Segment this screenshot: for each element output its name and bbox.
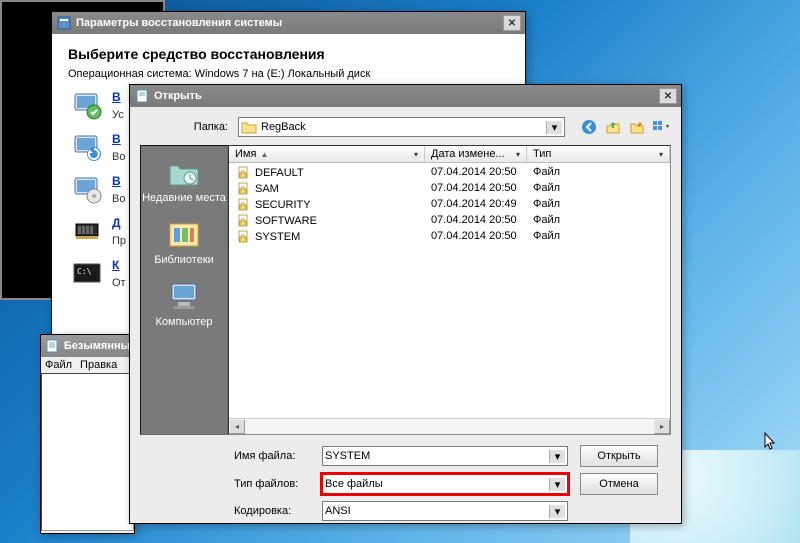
- file-row[interactable]: SOFTWARE 07.04.2014 20:50Файл: [229, 213, 670, 229]
- nav-newfolder-icon[interactable]: [627, 117, 647, 137]
- cancel-button[interactable]: Отмена: [580, 473, 658, 495]
- file-row[interactable]: SAM 07.04.2014 20:50Файл: [229, 181, 670, 197]
- file-name: SECURITY: [255, 199, 311, 211]
- file-name: SYSTEM: [255, 231, 300, 243]
- dropdown-arrow-icon[interactable]: ▾: [546, 121, 562, 134]
- open-dialog-title: Открыть: [154, 90, 202, 102]
- filename-value: SYSTEM: [325, 450, 370, 462]
- libraries-icon: [164, 216, 204, 252]
- nav-up-icon[interactable]: [603, 117, 623, 137]
- notepad-editor[interactable]: [41, 373, 134, 531]
- memory-chip-icon: [72, 216, 104, 248]
- folder-value: RegBack: [261, 121, 306, 133]
- encoding-combo[interactable]: ANSI ▾: [322, 501, 568, 521]
- recovery-link[interactable]: Д: [112, 216, 124, 230]
- file-name: SOFTWARE: [255, 215, 317, 227]
- dropdown-arrow-icon[interactable]: ▾: [549, 450, 565, 463]
- recovery-titlebar[interactable]: Параметры восстановления системы ✕: [52, 12, 525, 34]
- file-name: DEFAULT: [255, 167, 304, 179]
- file-date: 07.04.2014 20:50: [431, 182, 533, 196]
- file-list-header: Имя▲ ▾ Дата измене...▾ Тип▾: [229, 146, 670, 163]
- recovery-link[interactable]: К: [112, 258, 124, 272]
- place-recent[interactable]: Недавние места: [142, 154, 226, 204]
- nav-views-icon[interactable]: [651, 117, 671, 137]
- folder-icon: [241, 120, 257, 134]
- recovery-close-button[interactable]: ✕: [503, 15, 521, 31]
- svg-text:C:\: C:\: [77, 267, 92, 276]
- file-row[interactable]: SECURITY 07.04.2014 20:49Файл: [229, 197, 670, 213]
- monitor-disc-icon: [72, 174, 104, 206]
- file-type: Файл: [533, 198, 664, 212]
- recovery-link[interactable]: В: [112, 174, 124, 188]
- dropdown-arrow-icon[interactable]: ▾: [549, 478, 565, 491]
- mouse-cursor-icon: [764, 432, 778, 452]
- dropdown-arrow-icon[interactable]: ▾: [549, 505, 565, 518]
- file-date: 07.04.2014 20:49: [431, 198, 533, 212]
- open-button[interactable]: Открыть: [580, 445, 658, 467]
- file-locked-icon: [235, 214, 251, 228]
- encoding-label: Кодировка:: [234, 505, 310, 517]
- recovery-heading: Выберите средство восстановления: [68, 46, 509, 62]
- recovery-title: Параметры восстановления системы: [76, 17, 282, 29]
- command-prompt-icon: C:\: [72, 258, 104, 290]
- file-type: Файл: [533, 166, 664, 180]
- monitor-refresh-icon: [72, 132, 104, 164]
- notepad-menus: Файл Правка: [41, 357, 134, 373]
- recovery-os-line: Операционная система: Windows 7 на (E:) …: [68, 68, 509, 80]
- column-date[interactable]: Дата измене...▾: [425, 146, 527, 162]
- notepad-title: Безымянны: [64, 340, 130, 352]
- encoding-value: ANSI: [325, 505, 351, 517]
- filename-input[interactable]: SYSTEM ▾: [322, 446, 568, 466]
- scroll-right-icon[interactable]: ▸: [654, 419, 670, 434]
- folder-combo[interactable]: RegBack ▾: [238, 117, 565, 137]
- places-bar: Недавние места Библиотеки Компьютер: [140, 145, 228, 435]
- open-dialog-titlebar[interactable]: Открыть ✕: [130, 85, 681, 107]
- file-date: 07.04.2014 20:50: [431, 230, 533, 244]
- open-dialog-close-button[interactable]: ✕: [659, 88, 677, 104]
- file-list-area: Имя▲ ▾ Дата измене...▾ Тип▾ DEFAULT 07.04…: [228, 145, 671, 435]
- place-computer[interactable]: Компьютер: [156, 278, 213, 328]
- horizontal-scrollbar[interactable]: ◂ ▸: [229, 418, 670, 434]
- computer-icon: [164, 278, 204, 314]
- file-locked-icon: [235, 198, 251, 212]
- notepad-icon: [134, 88, 150, 104]
- recovery-link[interactable]: В: [112, 132, 124, 146]
- notepad-titlebar[interactable]: Безымянны: [41, 335, 134, 357]
- file-name: SAM: [255, 183, 279, 195]
- notepad-icon: [45, 338, 60, 354]
- file-row[interactable]: DEFAULT 07.04.2014 20:50Файл: [229, 165, 670, 181]
- file-date: 07.04.2014 20:50: [431, 166, 533, 180]
- folder-label: Папка:: [186, 121, 228, 133]
- file-date: 07.04.2014 20:50: [431, 214, 533, 228]
- file-locked-icon: [235, 182, 251, 196]
- open-dialog: Открыть ✕ Папка: RegBack ▾: [129, 84, 682, 524]
- monitor-shield-icon: [72, 90, 104, 122]
- file-locked-icon: [235, 230, 251, 244]
- nav-back-icon[interactable]: [579, 117, 599, 137]
- place-label: Компьютер: [156, 316, 213, 328]
- recovery-title-icon: [56, 15, 72, 31]
- file-type: Файл: [533, 230, 664, 244]
- place-label: Библиотеки: [154, 254, 214, 266]
- file-locked-icon: [235, 166, 251, 180]
- filename-label: Имя файла:: [234, 450, 310, 462]
- recent-places-icon: [164, 154, 204, 190]
- column-type[interactable]: Тип▾: [527, 146, 670, 162]
- filetype-combo[interactable]: Все файлы ▾: [322, 474, 568, 494]
- recovery-link[interactable]: В: [112, 90, 124, 104]
- scroll-track[interactable]: [245, 419, 654, 434]
- notepad-menu-edit[interactable]: Правка: [80, 359, 117, 371]
- filetype-value: Все файлы: [325, 478, 383, 490]
- file-type: Файл: [533, 214, 664, 228]
- file-row[interactable]: SYSTEM 07.04.2014 20:50Файл: [229, 229, 670, 245]
- place-libraries[interactable]: Библиотеки: [154, 216, 214, 266]
- notepad-window: Безымянны Файл Правка: [40, 334, 135, 534]
- file-type: Файл: [533, 182, 664, 196]
- place-label: Недавние места: [142, 192, 226, 204]
- scroll-left-icon[interactable]: ◂: [229, 419, 245, 434]
- column-name[interactable]: Имя▲ ▾: [229, 146, 425, 162]
- filetype-label: Тип файлов:: [234, 478, 310, 490]
- notepad-menu-file[interactable]: Файл: [45, 359, 72, 371]
